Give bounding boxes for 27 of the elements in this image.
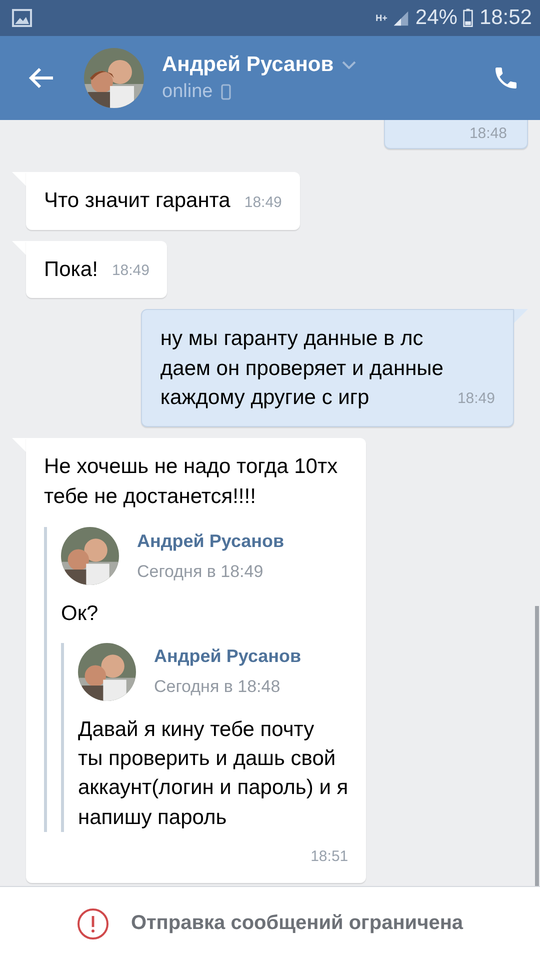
signal-icon xyxy=(393,10,410,26)
clock: 18:52 xyxy=(479,6,532,30)
message-text: Ок? xyxy=(61,601,100,628)
phone-device-icon xyxy=(220,84,231,100)
online-status: online xyxy=(162,81,213,103)
back-icon[interactable] xyxy=(28,67,54,89)
contact-name[interactable]: Андрей Русанов xyxy=(162,53,334,77)
message-text: Пока! xyxy=(44,256,98,283)
message-date: Сегодня в 18:48 xyxy=(154,676,282,698)
message-time: 18:51 xyxy=(310,847,348,868)
message-date: Сегодня в 18:49 xyxy=(137,560,264,583)
message-time: 18:48 xyxy=(469,124,507,144)
message-text: Не хочешь не надо тогда 10тх тебе не достанется!!!! xyxy=(44,454,339,510)
message-time: 18:49 xyxy=(457,389,495,410)
warning-icon xyxy=(76,908,109,940)
message-time: 18:49 xyxy=(112,261,150,282)
message-time: 18:49 xyxy=(244,192,282,213)
message-text: ну мы гаранту данные в лс даем он проверяет и данные каждому другие с игр xyxy=(160,326,444,411)
author-name[interactable]: Андрей Русанов xyxy=(154,644,302,670)
battery-percent: 24% xyxy=(415,6,458,30)
battery-icon xyxy=(463,8,474,28)
network-type: H+ xyxy=(376,13,388,23)
notice-text: Отправка сообщений ограничена xyxy=(130,912,464,935)
message-text: Что значит гаранта xyxy=(44,188,230,214)
author-name[interactable]: Андрей Русанов xyxy=(137,528,284,554)
message-text: Давай я кину тебе почту ты проверить и дашь свой аккаунт(логин и пароль) и я напишу пароль xyxy=(78,716,348,831)
image-icon xyxy=(12,9,32,27)
